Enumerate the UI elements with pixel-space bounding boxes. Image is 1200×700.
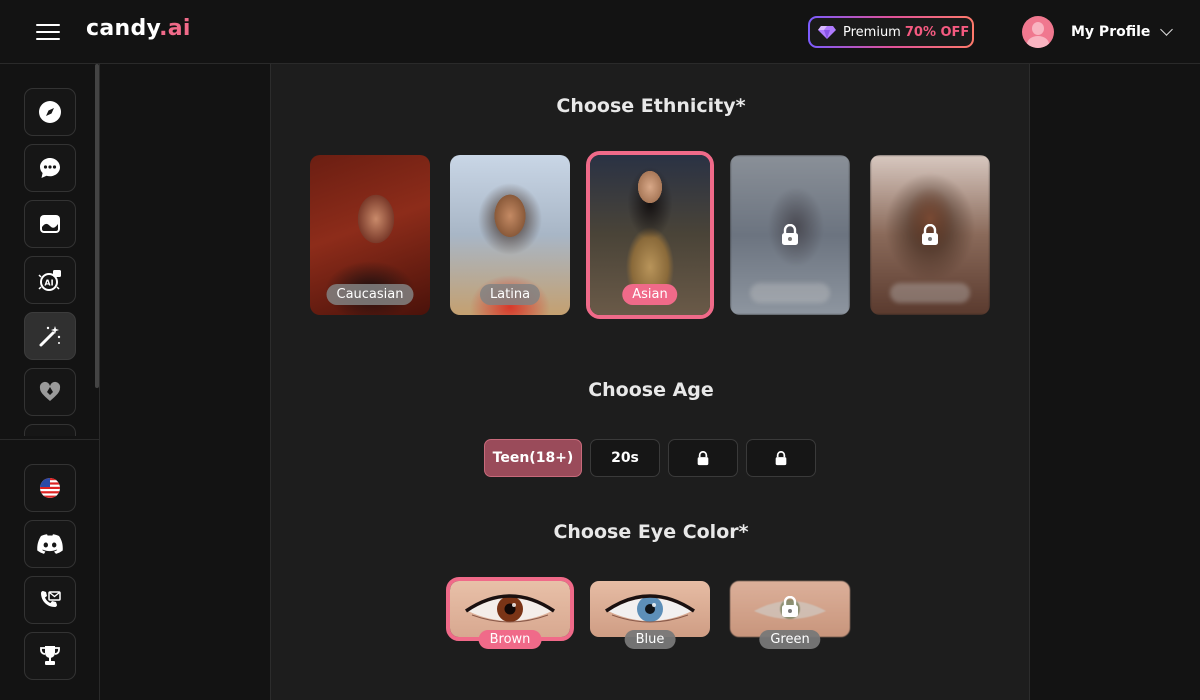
heart-icon bbox=[39, 381, 61, 401]
profile-name: My Profile bbox=[1071, 24, 1151, 40]
profile-menu[interactable]: My Profile bbox=[1022, 16, 1174, 48]
eye-label: Brown bbox=[478, 630, 542, 649]
sidebar-item-explore[interactable] bbox=[24, 88, 76, 136]
ethnicity-option-locked-2[interactable] bbox=[870, 155, 990, 315]
sidebar-item-ai[interactable]: AI bbox=[24, 256, 76, 304]
top-header: candy.ai Premium 70% OFF My Profile bbox=[0, 0, 1200, 64]
sidebar-scrollbar[interactable] bbox=[95, 64, 99, 388]
ai-generate-icon: AI bbox=[38, 270, 61, 291]
ethnicity-label: Caucasian bbox=[326, 284, 414, 305]
eye-color-title: Choose Eye Color* bbox=[553, 521, 749, 543]
sidebar-item-gallery[interactable] bbox=[24, 200, 76, 248]
ethnicity-option-locked-1[interactable] bbox=[730, 155, 850, 315]
premium-discount: 70% OFF bbox=[904, 24, 970, 40]
lock-icon bbox=[922, 224, 938, 245]
chat-icon bbox=[40, 158, 60, 178]
age-option-locked-2[interactable] bbox=[746, 439, 816, 477]
premium-button[interactable]: Premium 70% OFF bbox=[808, 16, 974, 48]
compass-icon bbox=[39, 101, 61, 123]
lock-icon bbox=[782, 596, 798, 617]
eye-label: Green bbox=[759, 630, 821, 649]
ethnicity-option-latina[interactable]: Latina bbox=[450, 155, 570, 315]
eye-label: Blue bbox=[624, 630, 676, 649]
contact-button[interactable] bbox=[24, 576, 76, 624]
age-option-teen[interactable]: Teen(18+) bbox=[484, 439, 582, 477]
us-flag-icon bbox=[40, 478, 60, 498]
menu-icon[interactable] bbox=[36, 23, 60, 41]
discord-button[interactable] bbox=[24, 520, 76, 568]
magic-wand-icon bbox=[39, 326, 61, 347]
locked-label-blur bbox=[890, 283, 970, 303]
chevron-down-icon bbox=[1160, 23, 1174, 36]
mail-icon bbox=[41, 591, 61, 607]
sidebar-item-chat[interactable] bbox=[24, 144, 76, 192]
eye-option-green[interactable]: Green bbox=[730, 581, 850, 649]
eye-image bbox=[590, 581, 710, 637]
sidebar-item-create[interactable] bbox=[24, 312, 76, 360]
age-option-20s[interactable]: 20s bbox=[590, 439, 660, 477]
avatar bbox=[1022, 16, 1054, 48]
eye-image bbox=[446, 577, 574, 641]
ethnicity-option-caucasian[interactable]: Caucasian bbox=[310, 155, 430, 315]
premium-label: Premium bbox=[843, 24, 901, 40]
sidebar-item-favorites[interactable] bbox=[24, 368, 76, 416]
language-button[interactable] bbox=[24, 464, 76, 512]
logo[interactable]: candy.ai bbox=[86, 16, 191, 41]
ethnicity-label: Latina bbox=[479, 284, 541, 305]
eye-option-blue[interactable]: Blue bbox=[590, 581, 710, 649]
ethnicity-option-asian[interactable]: Asian bbox=[586, 151, 714, 319]
locked-label-blur bbox=[750, 283, 830, 303]
leaderboard-button[interactable] bbox=[24, 632, 76, 680]
discord-icon bbox=[37, 534, 63, 554]
svg-text:AI: AI bbox=[44, 279, 53, 288]
gem-icon bbox=[818, 26, 836, 39]
age-title: Choose Age bbox=[588, 379, 714, 401]
ethnicity-label: Asian bbox=[622, 284, 678, 305]
trophy-icon bbox=[40, 646, 60, 665]
sidebar-divider bbox=[0, 439, 100, 440]
sidebar-item-partial[interactable] bbox=[24, 424, 76, 436]
gallery-icon bbox=[40, 215, 60, 233]
lock-icon bbox=[782, 224, 798, 245]
age-option-locked-1[interactable] bbox=[668, 439, 738, 477]
lock-icon bbox=[775, 450, 787, 465]
ethnicity-title: Choose Ethnicity* bbox=[556, 95, 746, 117]
eye-option-brown[interactable]: Brown bbox=[446, 577, 574, 649]
lock-icon bbox=[697, 450, 709, 465]
sidebar: AI bbox=[0, 64, 100, 700]
character-builder-panel: Choose Ethnicity* Caucasian Latina Asian… bbox=[270, 64, 1030, 700]
